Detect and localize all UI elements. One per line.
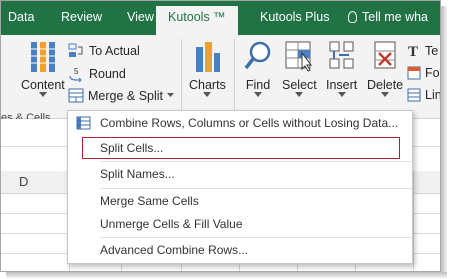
menu-separator bbox=[100, 237, 412, 238]
to-actual-button[interactable]: To Actual bbox=[68, 43, 140, 58]
find-label: Find bbox=[245, 78, 271, 92]
tab-kutools-plus[interactable]: Kutools Plus bbox=[260, 10, 329, 24]
format-icon bbox=[407, 66, 421, 80]
menu-separator bbox=[100, 161, 412, 162]
delete-icon bbox=[374, 41, 396, 69]
charts-button[interactable]: Charts bbox=[189, 39, 226, 98]
chevron-down-icon bbox=[203, 92, 212, 97]
select-cells-icon bbox=[285, 41, 313, 72]
lightbulb-icon bbox=[348, 11, 357, 23]
link-label: Lin bbox=[425, 88, 441, 102]
content-icon bbox=[30, 42, 55, 72]
magnifier-icon bbox=[244, 41, 271, 70]
to-actual-label: To Actual bbox=[89, 43, 140, 58]
ribbon-tab-bar: Data Review View Kutools ™ Kutools Plus … bbox=[1, 1, 440, 35]
chevron-down-icon bbox=[381, 92, 390, 97]
insert-label: Insert bbox=[326, 78, 358, 92]
chevron-down-icon bbox=[295, 92, 304, 97]
menu-separator bbox=[100, 188, 412, 189]
tab-kutools[interactable]: Kutools ™ bbox=[156, 6, 238, 35]
delete-button[interactable]: Delete bbox=[367, 39, 403, 98]
grid-line bbox=[413, 171, 414, 271]
find-button[interactable]: Find bbox=[243, 39, 273, 98]
format-button[interactable]: Fo bbox=[407, 66, 440, 80]
content-label: Content bbox=[21, 78, 65, 92]
insert-icon bbox=[329, 41, 354, 69]
content-button[interactable]: Content bbox=[21, 39, 65, 98]
round-button[interactable]: 5 Round bbox=[68, 66, 126, 82]
menu-item-advanced-combine[interactable]: Advanced Combine Rows... bbox=[68, 239, 412, 261]
insert-button[interactable]: Insert bbox=[326, 39, 357, 98]
chevron-down-icon bbox=[254, 92, 262, 97]
menu-item-split-cells[interactable]: Split Cells... bbox=[82, 137, 400, 159]
merge-split-menu: Combine Rows, Columns or Cells without L… bbox=[67, 110, 413, 264]
menu-item-unmerge-cells[interactable]: Unmerge Cells & Fill Value bbox=[68, 213, 412, 235]
excel-window: Data Review View Kutools ™ Kutools Plus … bbox=[0, 0, 441, 272]
menu-item-label: Merge Same Cells bbox=[100, 194, 199, 208]
menu-item-combine[interactable]: Combine Rows, Columns or Cells without L… bbox=[68, 112, 412, 134]
text-label: Te bbox=[425, 43, 439, 58]
svg-text:T: T bbox=[408, 44, 418, 58]
merge-split-button[interactable]: Merge & Split bbox=[68, 88, 175, 103]
menu-item-split-names[interactable]: Split Names... bbox=[68, 163, 412, 185]
menu-item-label: Combine Rows, Columns or Cells without L… bbox=[100, 116, 399, 130]
menu-item-merge-same-cells[interactable]: Merge Same Cells bbox=[68, 190, 412, 212]
menu-item-label: Unmerge Cells & Fill Value bbox=[100, 217, 243, 231]
format-label: Fo bbox=[425, 66, 440, 80]
tab-view[interactable]: View bbox=[127, 10, 154, 24]
to-actual-icon bbox=[68, 43, 83, 57]
chevron-down-icon bbox=[167, 93, 175, 97]
charts-label: Charts bbox=[189, 78, 226, 92]
link-button[interactable]: Lin bbox=[407, 88, 441, 102]
chevron-down-icon bbox=[38, 92, 47, 97]
delete-label: Delete bbox=[367, 78, 404, 92]
tab-data[interactable]: Data bbox=[8, 10, 34, 24]
menu-item-label: Advanced Combine Rows... bbox=[100, 243, 249, 257]
link-icon bbox=[407, 88, 421, 102]
tab-review[interactable]: Review bbox=[61, 10, 102, 24]
menu-item-label: Split Names... bbox=[100, 167, 175, 181]
round-icon: 5 bbox=[69, 67, 82, 82]
merge-split-icon bbox=[68, 88, 84, 103]
svg-text:5: 5 bbox=[74, 67, 79, 76]
ribbon-separator bbox=[181, 39, 182, 113]
tell-me-text: Tell me wha bbox=[362, 10, 428, 24]
column-header-d[interactable]: D bbox=[19, 174, 28, 189]
chevron-down-icon bbox=[337, 92, 346, 97]
bar-chart-icon bbox=[196, 42, 221, 72]
window-shadow bbox=[6, 272, 447, 278]
menu-item-label: Split Cells... bbox=[100, 141, 164, 155]
tell-me-box[interactable]: Tell me wha bbox=[348, 10, 428, 24]
select-button[interactable]: Select bbox=[282, 39, 317, 98]
window-shadow bbox=[441, 6, 447, 276]
merge-split-label: Merge & Split bbox=[88, 88, 164, 103]
text-button[interactable]: T Te bbox=[407, 43, 439, 59]
text-icon: T bbox=[408, 44, 418, 58]
ribbon-separator bbox=[234, 39, 235, 113]
select-label: Select bbox=[282, 78, 317, 92]
round-label: Round bbox=[89, 67, 126, 81]
